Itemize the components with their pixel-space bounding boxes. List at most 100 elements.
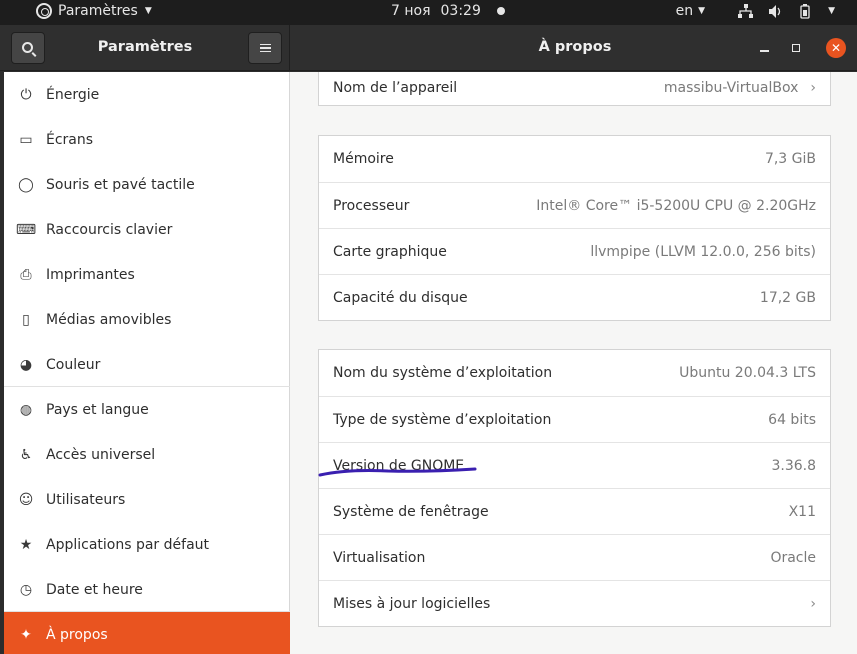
os-value: X11 bbox=[788, 503, 816, 520]
os-label: Système de fenêtrage bbox=[333, 503, 489, 520]
sidebar-item-4[interactable]: ⎙ Imprimantes bbox=[4, 252, 290, 297]
sidebar-item-label: Imprimantes bbox=[46, 266, 135, 283]
os-value: 3.36.8 bbox=[771, 457, 816, 474]
sidebar-item-2[interactable]: ◯ Souris et pavé tactile bbox=[4, 162, 290, 207]
hardware-value: 17,2 GB bbox=[759, 289, 816, 306]
sidebar-item-label: Raccourcis clavier bbox=[46, 221, 173, 238]
sidebar-item-label: Souris et pavé tactile bbox=[46, 176, 195, 193]
sidebar-item-5[interactable]: ▯ Médias amovibles bbox=[4, 297, 290, 342]
sidebar-header: Paramètres bbox=[0, 25, 290, 71]
display-icon: ▭ bbox=[19, 131, 33, 148]
os-card: Nom du système d’exploitation Ubuntu 20.0… bbox=[318, 349, 831, 627]
annotation-underline bbox=[318, 467, 477, 477]
os-value: Oracle bbox=[770, 549, 816, 566]
hardware-label: Processeur bbox=[333, 197, 410, 214]
minimize-button[interactable] bbox=[754, 38, 774, 58]
hamburger-icon bbox=[259, 43, 271, 53]
hamburger-menu-button[interactable] bbox=[248, 32, 282, 64]
caret-down-icon: ▼ bbox=[144, 6, 152, 16]
sidebar-item-label: Couleur bbox=[46, 356, 101, 373]
notification-dot-icon bbox=[496, 7, 505, 15]
hardware-row[interactable]: Carte graphique llvmpipe (LLVM 12.0.0, 25… bbox=[319, 228, 830, 274]
sidebar-item-label: Date et heure bbox=[46, 581, 143, 598]
power-icon: ⏻ bbox=[20, 86, 32, 103]
removable-media-icon: ▯ bbox=[22, 311, 30, 328]
device-card: Nom de l’appareil massibu-VirtualBox › bbox=[318, 72, 831, 106]
os-label: Mises à jour logicielles bbox=[333, 595, 491, 612]
users-icon: ☺ bbox=[18, 491, 34, 508]
close-button[interactable]: ✕ bbox=[826, 38, 846, 58]
sidebar-item-label: Utilisateurs bbox=[46, 491, 126, 508]
hardware-value: Intel® Core™ i5-5200U CPU @ 2.20GHz bbox=[536, 197, 816, 214]
os-row[interactable]: Nom du système d’exploitation Ubuntu 20.0… bbox=[319, 350, 830, 396]
globe-icon: ◍ bbox=[19, 401, 33, 418]
language-label: en bbox=[675, 3, 694, 19]
language-indicator[interactable]: en ▼ bbox=[676, 3, 705, 19]
hardware-row[interactable]: Capacité du disque 17,2 GB bbox=[319, 274, 830, 320]
os-row[interactable]: Version de GNOME 3.36.8 bbox=[319, 442, 830, 488]
clock[interactable]: 7 ноя 03:29 bbox=[391, 3, 505, 19]
sparkle-icon: ✦ bbox=[20, 626, 32, 643]
volume-icon[interactable] bbox=[767, 3, 783, 19]
sidebar-item-7[interactable]: ◍ Pays et langue bbox=[4, 387, 290, 432]
hardware-label: Carte graphique bbox=[333, 243, 447, 260]
sidebar-item-11[interactable]: ◷ Date et heure bbox=[4, 567, 290, 612]
settings-gear-icon bbox=[36, 3, 52, 19]
hardware-value: 7,3 GiB bbox=[764, 151, 816, 167]
printer-icon: ⎙ bbox=[20, 266, 32, 283]
maximize-button[interactable] bbox=[786, 38, 806, 58]
app-menu[interactable]: Paramètres ▼ bbox=[36, 3, 152, 19]
sidebar-item-9[interactable]: ☺ Utilisateurs bbox=[4, 477, 290, 522]
hardware-label: Mémoire bbox=[333, 151, 394, 167]
hardware-label: Capacité du disque bbox=[333, 289, 468, 306]
os-label: Type de système d’exploitation bbox=[333, 411, 552, 428]
os-label: Virtualisation bbox=[333, 549, 426, 566]
mouse-icon: ◯ bbox=[18, 176, 34, 193]
network-icon[interactable] bbox=[737, 3, 753, 19]
sidebar-item-1[interactable]: ▭ Écrans bbox=[4, 117, 290, 162]
sidebar-item-10[interactable]: ★ Applications par défaut bbox=[4, 522, 290, 567]
about-panel: Nom de l’appareil massibu-VirtualBox › M… bbox=[290, 72, 857, 654]
clock-date: 7 ноя bbox=[391, 3, 431, 19]
os-row[interactable]: Mises à jour logicielles › bbox=[319, 580, 830, 626]
top-bar: Paramètres ▼ 7 ноя 03:29 en ▼ ▼ bbox=[0, 0, 857, 25]
hardware-value: llvmpipe (LLVM 12.0.0, 256 bits) bbox=[590, 243, 816, 260]
sidebar-item-label: Pays et langue bbox=[46, 401, 149, 418]
battery-icon[interactable] bbox=[797, 3, 813, 19]
sidebar-item-6[interactable]: ◕ Couleur bbox=[4, 342, 290, 387]
os-row[interactable]: Virtualisation Oracle bbox=[319, 534, 830, 580]
hardware-row[interactable]: Mémoire 7,3 GiB bbox=[319, 136, 830, 182]
close-icon: ✕ bbox=[830, 41, 842, 55]
hardware-card: Mémoire 7,3 GiB Processeur Intel® Core™ i5-… bbox=[318, 135, 831, 321]
hardware-row[interactable]: Processeur Intel® Core™ i5-5200U CPU @ 2.… bbox=[319, 182, 830, 228]
caret-down-icon: ▼ bbox=[698, 6, 706, 16]
os-row[interactable]: Système de fenêtrage X11 bbox=[319, 488, 830, 534]
sidebar-item-label: Énergie bbox=[46, 86, 100, 103]
system-menu-caret-icon[interactable]: ▼ bbox=[828, 6, 835, 16]
app-menu-label: Paramètres bbox=[58, 3, 138, 19]
os-value: 64 bits bbox=[768, 411, 816, 428]
device-name-row[interactable]: Nom de l’appareil massibu-VirtualBox › bbox=[319, 72, 830, 105]
sidebar-item-label: Écrans bbox=[46, 131, 94, 148]
sidebar-item-label: Applications par défaut bbox=[46, 536, 210, 553]
chevron-right-icon: › bbox=[810, 80, 816, 96]
minimize-icon bbox=[759, 50, 769, 52]
keyboard-icon: ⌨ bbox=[15, 221, 37, 238]
sidebar-item-8[interactable]: ♿ Accès universel bbox=[4, 432, 290, 477]
clock-time: 03:29 bbox=[440, 3, 481, 19]
sidebar-item-3[interactable]: ⌨ Raccourcis clavier bbox=[4, 207, 290, 252]
sidebar-item-label: Accès universel bbox=[46, 446, 156, 463]
accessibility-icon: ♿ bbox=[19, 446, 33, 463]
star-icon: ★ bbox=[19, 536, 33, 553]
os-label: Nom du système d’exploitation bbox=[333, 365, 553, 381]
color-icon: ◕ bbox=[19, 356, 33, 373]
os-value: Ubuntu 20.04.3 LTS bbox=[679, 365, 816, 381]
sidebar-item-0[interactable]: ⏻ Énergie bbox=[4, 72, 290, 117]
os-row[interactable]: Type de système d’exploitation 64 bits bbox=[319, 396, 830, 442]
header-bar: Paramètres À propos ✕ bbox=[0, 25, 857, 71]
sidebar-item-12[interactable]: ✦ À propos bbox=[4, 612, 290, 654]
device-name-label: Nom de l’appareil bbox=[333, 80, 458, 96]
maximize-icon bbox=[792, 44, 800, 52]
clock-icon: ◷ bbox=[19, 581, 33, 598]
chevron-right-icon: › bbox=[810, 595, 816, 612]
